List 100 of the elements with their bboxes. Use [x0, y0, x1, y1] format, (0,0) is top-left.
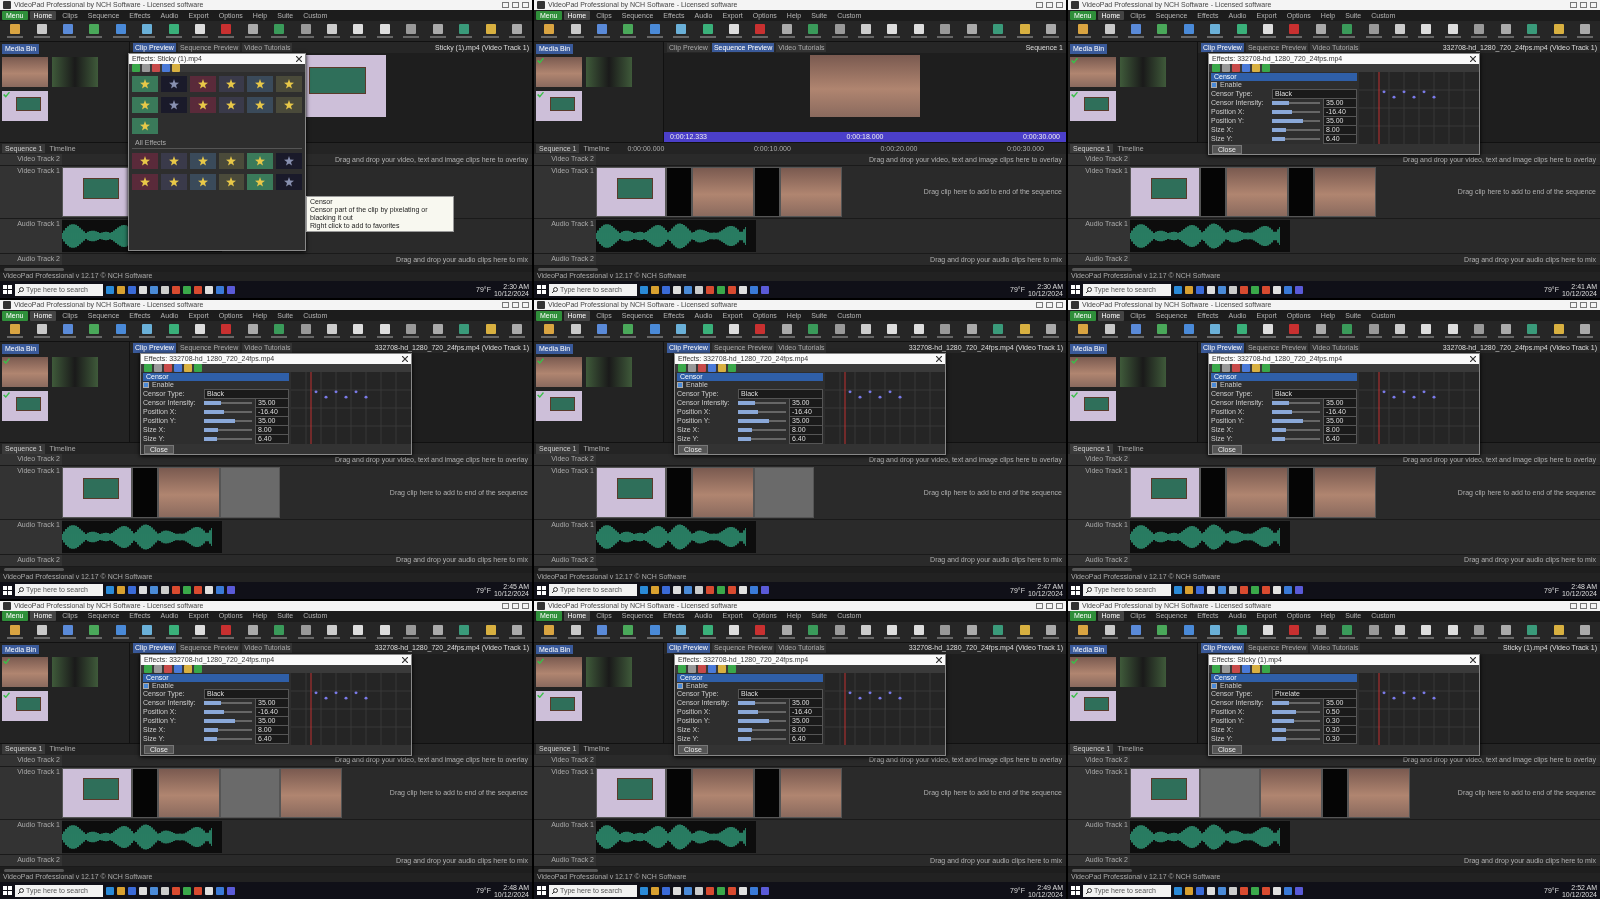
blank-clip[interactable]	[1322, 767, 1348, 818]
effect-thumbnail[interactable]	[247, 173, 274, 190]
param-slider[interactable]	[1272, 729, 1320, 732]
cartoon-clip[interactable]	[1130, 167, 1200, 218]
windows-logo-icon[interactable]	[537, 585, 546, 595]
effect-thumbnail[interactable]	[132, 97, 158, 113]
cartoon-clip[interactable]	[596, 767, 666, 818]
cartoon-clip[interactable]	[1130, 767, 1200, 818]
video-clip[interactable]	[1226, 167, 1288, 218]
param-slider[interactable]	[738, 738, 786, 741]
param-slider[interactable]	[738, 437, 786, 440]
effect-thumbnail[interactable]	[189, 173, 216, 190]
param-slider[interactable]	[738, 419, 786, 422]
windows-logo-icon[interactable]	[3, 285, 12, 295]
effect-thumbnail[interactable]	[218, 152, 245, 169]
video-clip[interactable]	[1348, 767, 1410, 818]
video-clip[interactable]	[780, 767, 842, 818]
param-slider[interactable]	[1272, 101, 1320, 104]
scrollbar-thumb[interactable]	[4, 267, 64, 271]
video-clip[interactable]	[1314, 467, 1376, 518]
blank-clip[interactable]	[1288, 167, 1314, 218]
video-clip[interactable]	[1260, 767, 1322, 818]
windows-logo-icon[interactable]	[1071, 585, 1080, 595]
maximize-icon[interactable]	[512, 302, 519, 309]
param-slider[interactable]	[204, 702, 252, 705]
cartoon-clip[interactable]	[596, 467, 666, 518]
effect-thumbnail[interactable]	[247, 152, 274, 169]
video-clip[interactable]	[780, 167, 842, 218]
close-icon[interactable]	[1470, 56, 1476, 62]
close-icon[interactable]	[1470, 656, 1476, 663]
param-slider[interactable]	[1272, 419, 1320, 422]
close-icon[interactable]	[936, 656, 942, 663]
param-slider[interactable]	[738, 720, 786, 723]
param-slider[interactable]	[204, 720, 252, 723]
blank-clip[interactable]	[754, 167, 780, 218]
effect-thumbnail[interactable]	[189, 97, 216, 113]
scrollbar-thumb[interactable]	[1072, 267, 1132, 271]
param-slider[interactable]	[1272, 428, 1320, 431]
cartoon-clip[interactable]	[62, 467, 132, 518]
effect-thumbnail[interactable]	[189, 152, 216, 169]
close-icon[interactable]	[296, 56, 302, 62]
param-slider[interactable]	[1272, 119, 1320, 122]
effect-thumbnail[interactable]	[276, 97, 302, 113]
blank-clip[interactable]	[1288, 467, 1314, 518]
video-clip[interactable]	[692, 467, 754, 518]
effect-thumbnail[interactable]	[160, 152, 187, 169]
cartoon-clip[interactable]	[596, 167, 666, 218]
scrollbar-thumb[interactable]	[538, 267, 598, 271]
close-icon[interactable]	[936, 356, 942, 363]
scrollbar-thumb[interactable]	[4, 568, 64, 572]
enable-checkbox[interactable]	[143, 382, 149, 389]
param-slider[interactable]	[204, 729, 252, 732]
scrollbar-thumb[interactable]	[1072, 868, 1132, 872]
effect-thumbnail[interactable]	[276, 152, 302, 169]
param-slider[interactable]	[738, 410, 786, 413]
maximize-icon[interactable]	[512, 2, 519, 8]
blank-clip[interactable]	[1200, 167, 1226, 218]
video-clip[interactable]	[1314, 167, 1376, 218]
effect-thumbnail[interactable]	[247, 97, 274, 113]
maximize-icon[interactable]	[1580, 302, 1587, 309]
effect-thumbnail[interactable]	[160, 76, 187, 92]
blank-clip[interactable]	[754, 767, 780, 818]
enable-checkbox[interactable]	[677, 382, 683, 389]
blank-clip[interactable]	[132, 767, 158, 818]
blank-clip[interactable]	[666, 767, 692, 818]
enable-checkbox[interactable]	[1211, 382, 1217, 389]
effect-thumbnail[interactable]	[218, 76, 245, 92]
enable-checkbox[interactable]	[677, 682, 683, 689]
close-icon[interactable]	[402, 356, 408, 363]
effect-thumbnail[interactable]	[189, 76, 216, 92]
scrollbar-thumb[interactable]	[4, 868, 64, 872]
effect-thumbnail[interactable]	[132, 76, 158, 92]
param-slider[interactable]	[204, 711, 252, 714]
video-clip[interactable]	[1226, 467, 1288, 518]
cartoon-clip[interactable]	[62, 767, 132, 818]
param-slider[interactable]	[204, 428, 252, 431]
param-slider[interactable]	[1272, 711, 1320, 714]
blank-clip[interactable]	[666, 467, 692, 518]
param-slider[interactable]	[204, 437, 252, 440]
maximize-icon[interactable]	[1046, 302, 1053, 309]
video-clip[interactable]	[692, 767, 754, 818]
param-slider[interactable]	[1272, 128, 1320, 131]
windows-logo-icon[interactable]	[3, 585, 12, 595]
effect-thumbnail[interactable]	[276, 173, 302, 190]
windows-logo-icon[interactable]	[1071, 285, 1080, 295]
scrollbar-thumb[interactable]	[538, 868, 598, 872]
param-slider[interactable]	[1272, 110, 1320, 113]
param-slider[interactable]	[204, 401, 252, 404]
param-slider[interactable]	[738, 428, 786, 431]
param-slider[interactable]	[738, 729, 786, 732]
windows-logo-icon[interactable]	[537, 886, 546, 895]
effect-thumbnail[interactable]	[160, 97, 187, 113]
param-slider[interactable]	[1272, 137, 1320, 140]
video-clip[interactable]	[280, 767, 342, 818]
close-icon[interactable]	[1470, 356, 1476, 363]
cartoon-clip[interactable]	[1130, 467, 1200, 518]
maximize-icon[interactable]	[1580, 2, 1587, 8]
blank-clip[interactable]	[666, 167, 692, 218]
param-slider[interactable]	[738, 401, 786, 404]
maximize-icon[interactable]	[1580, 602, 1587, 609]
